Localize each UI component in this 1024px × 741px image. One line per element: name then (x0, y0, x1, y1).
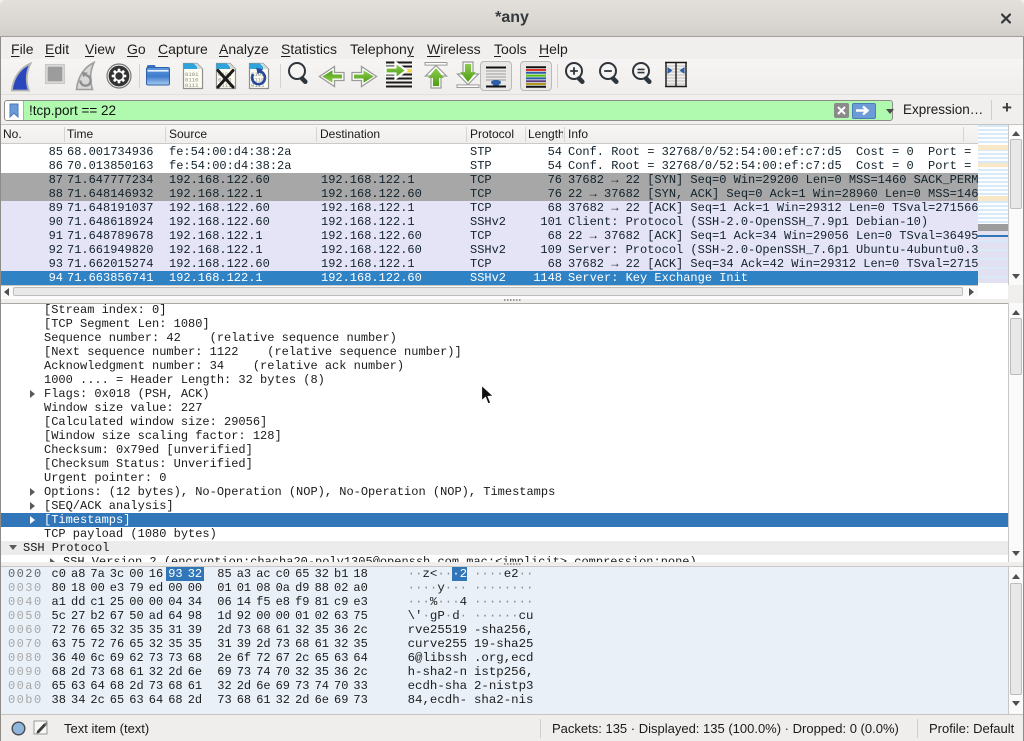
svg-text:0111: 0111 (185, 82, 199, 89)
